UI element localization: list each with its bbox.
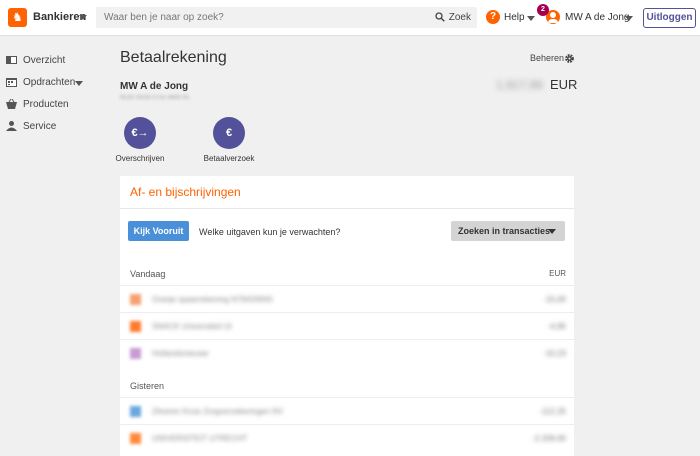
sidebar-item-label: Opdrachten xyxy=(23,77,76,88)
transaction-amount: -15,00 xyxy=(543,295,566,304)
merchant-icon xyxy=(130,348,141,359)
transaction-name: Hollandsnieuwe xyxy=(152,349,209,358)
transaction-name: Zilveren Kruis Zorgverzekeringen NV xyxy=(152,407,284,416)
transfer-action[interactable]: €→ Overschrijven xyxy=(110,117,170,163)
transaction-name: Oranje spaarrekening N78426940 xyxy=(152,295,273,304)
transaction-amount: -112,25 xyxy=(539,407,566,416)
transfer-icon: €→ xyxy=(124,117,156,149)
search-transactions-button[interactable]: Zoeken in transacties xyxy=(451,221,565,241)
kijk-vooruit-question: Welke uitgaven kun je verwachten? xyxy=(199,227,341,237)
transaction-row[interactable]: Zilveren Kruis Zorgverzekeringen NV -112… xyxy=(120,397,574,424)
kijk-vooruit-button[interactable]: Kijk Vooruit xyxy=(128,221,189,241)
top-bar: ♞ Bankieren Zoek ? Help 2 MW A de Jong U… xyxy=(0,0,700,36)
search-button[interactable]: Zoek xyxy=(435,7,471,28)
sidebar-item-opdrachten[interactable]: Opdrachten xyxy=(0,72,110,94)
search-transactions-label: Zoeken in transacties xyxy=(458,226,551,236)
transaction-name: SNACK Universiteit Ut xyxy=(152,322,232,331)
chevron-down-icon xyxy=(548,229,556,234)
transaction-row[interactable]: Oranje spaarrekening N78426940 -15,00 xyxy=(120,285,574,312)
sidebar-item-service[interactable]: Service xyxy=(0,116,110,138)
account-holder: MW A de Jong xyxy=(120,81,189,92)
chevron-down-icon[interactable] xyxy=(79,15,87,20)
payment-request-icon: € xyxy=(213,117,245,149)
transaction-row[interactable]: Hollandsnieuwe -10,23 xyxy=(120,339,574,366)
chevron-down-icon[interactable] xyxy=(625,16,633,21)
overview-icon xyxy=(6,56,17,64)
transfer-label: Overschrijven xyxy=(115,154,165,163)
sidebar-item-overzicht[interactable]: Overzicht xyxy=(0,50,110,72)
balance-currency: EUR xyxy=(550,77,578,92)
page-title: Betaalrekening xyxy=(120,49,227,66)
transaction-row[interactable]: SNACK Universiteit Ut -4,95 xyxy=(120,312,574,339)
transactions-title: Af- en bijschrijvingen xyxy=(130,185,241,199)
logout-button[interactable]: Uitloggen xyxy=(643,8,696,28)
search-input[interactable] xyxy=(104,7,424,28)
chevron-down-icon[interactable] xyxy=(527,16,535,21)
sidebar-item-label: Overzicht xyxy=(23,55,66,66)
merchant-icon xyxy=(130,294,141,305)
gear-icon[interactable] xyxy=(564,53,575,64)
transaction-amount: -2.209,00 xyxy=(532,434,566,443)
user-menu[interactable]: MW A de Jong xyxy=(565,12,629,23)
account-iban: NL80 INGB 0755 4899 45 xyxy=(120,95,190,101)
transaction-amount: -10,23 xyxy=(543,349,566,358)
search-bar: Zoek xyxy=(96,7,477,28)
search-button-label: Zoek xyxy=(448,12,471,23)
notification-badge[interactable]: 2 xyxy=(537,4,549,16)
sidebar-item-producten[interactable]: Producten xyxy=(0,94,110,116)
merchant-icon xyxy=(130,321,141,332)
payment-request-action[interactable]: € Betaalverzoek xyxy=(199,117,259,163)
basket-icon xyxy=(6,99,17,109)
transaction-row[interactable]: UNIVERSITEIT UTRECHT -2.209,00 xyxy=(120,424,574,451)
ing-logo-icon[interactable]: ♞ xyxy=(8,8,27,27)
merchant-icon xyxy=(130,406,141,417)
help-menu[interactable]: Help xyxy=(504,12,525,23)
help-icon[interactable]: ? xyxy=(486,10,500,24)
transaction-amount: -4,95 xyxy=(547,322,566,331)
group-label-today: Vandaag xyxy=(130,269,166,279)
transaction-name: UNIVERSITEIT UTRECHT xyxy=(152,434,248,443)
calendar-icon xyxy=(6,78,17,87)
manage-link[interactable]: Beheren xyxy=(530,53,564,63)
group-label-yesterday: Gisteren xyxy=(130,381,165,391)
search-icon xyxy=(435,12,445,22)
currency-column-header: EUR xyxy=(549,269,566,278)
divider xyxy=(120,208,574,209)
sidebar: Overzicht Opdrachten Producten Service xyxy=(0,50,110,138)
person-icon xyxy=(6,121,17,131)
sidebar-item-label: Producten xyxy=(23,99,69,110)
sidebar-item-label: Service xyxy=(23,121,57,132)
payment-request-label: Betaalverzoek xyxy=(203,154,255,163)
account-balance: 1.917,99 xyxy=(496,78,543,92)
chevron-down-icon[interactable] xyxy=(75,81,83,86)
transactions-card: Af- en bijschrijvingen Kijk Vooruit Welk… xyxy=(120,176,574,456)
merchant-icon xyxy=(130,433,141,444)
